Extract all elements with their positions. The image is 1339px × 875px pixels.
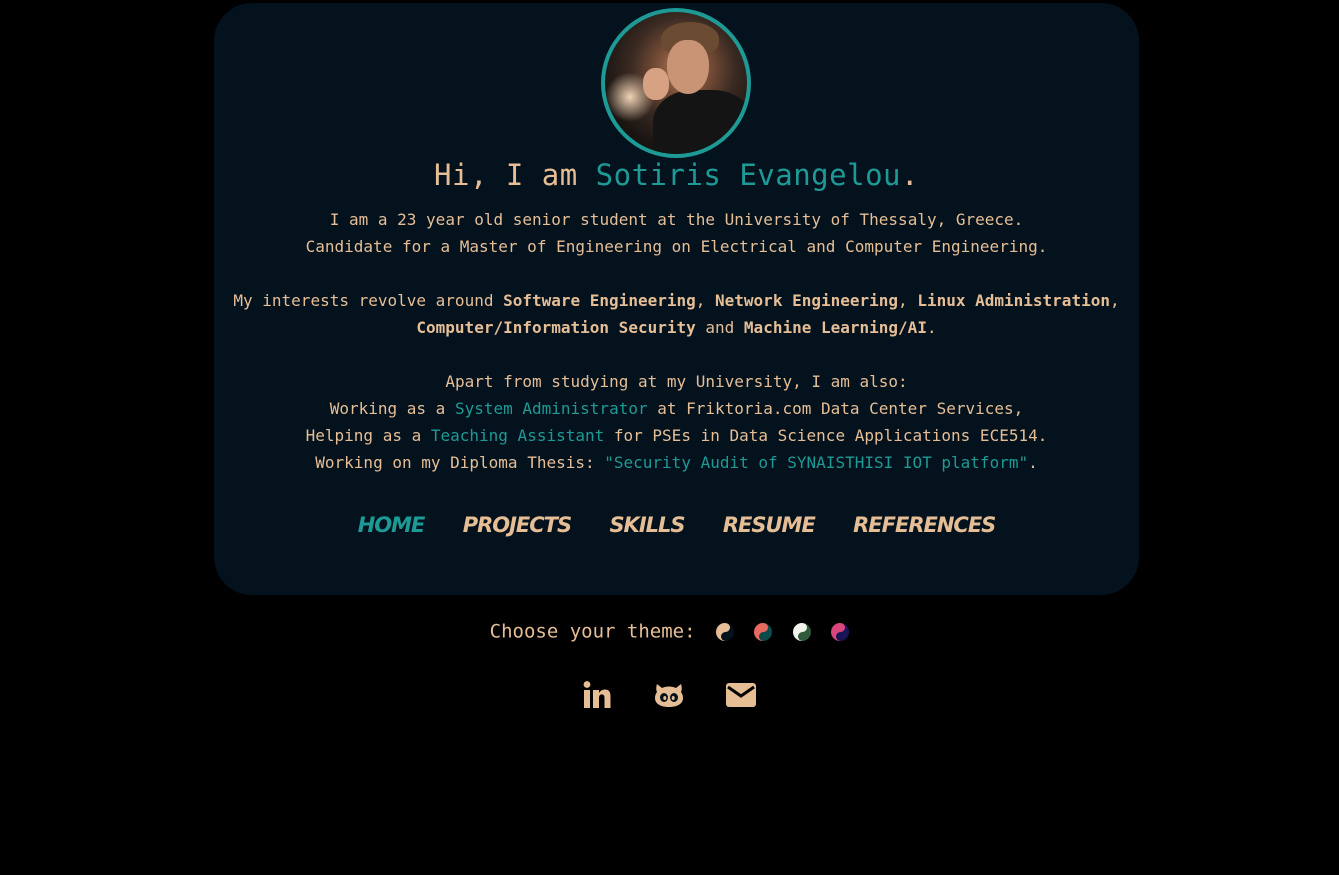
nav-skills[interactable]: Skills xyxy=(609,513,685,537)
theme-sand-dark-button[interactable] xyxy=(716,622,734,641)
nav-projects[interactable]: Projects xyxy=(463,513,572,537)
main-nav: Home Projects Skills Resume References xyxy=(214,513,1139,537)
interests-sep: , xyxy=(898,291,918,310)
intro-line-2: Candidate for a Master of Engineering on… xyxy=(305,237,1048,256)
theme-coral-teal-button[interactable] xyxy=(754,622,773,641)
interests-prefix: My interests revolve around xyxy=(233,291,504,310)
github-icon[interactable] xyxy=(654,681,684,713)
activity-suffix: . xyxy=(1028,453,1038,472)
activity-prefix: Working as a xyxy=(329,399,455,418)
teaching-assistant-link[interactable]: Teaching Assistant xyxy=(431,426,604,445)
profile-avatar xyxy=(601,8,751,158)
interest-linux-administration: Linux Administration xyxy=(917,291,1110,310)
interest-security: Computer/Information Security xyxy=(416,318,696,337)
activity-ta: Helping as a Teaching Assistant for PSEs… xyxy=(214,422,1139,449)
interest-network-engineering: Network Engineering xyxy=(715,291,899,310)
sysadmin-link[interactable]: System Administrator xyxy=(455,399,648,418)
interest-software-engineering: Software Engineering xyxy=(503,291,696,310)
activity-sysadmin: Working as a System Administrator at Fri… xyxy=(214,395,1139,422)
theme-picker: Choose your theme: xyxy=(0,620,1339,643)
greeting-end: . xyxy=(900,158,919,192)
theme-white-green-button[interactable] xyxy=(792,622,811,641)
email-icon[interactable] xyxy=(725,682,757,712)
interests-sep: , xyxy=(1109,291,1120,310)
intro-block: I am a 23 year old senior student at the… xyxy=(214,206,1139,260)
page-title: Hi, I am Sotiris Evangelou. xyxy=(214,158,1139,192)
profile-card: Hi, I am Sotiris Evangelou. I am a 23 ye… xyxy=(214,3,1139,595)
activity-suffix: for PSEs in Data Science Applications EC… xyxy=(604,426,1048,445)
intro-line-1: I am a 23 year old senior student at the… xyxy=(329,210,1024,229)
interests-and: and xyxy=(695,318,744,337)
theme-label: Choose your theme: xyxy=(489,620,696,643)
activity-thesis: Working on my Diploma Thesis: "Security … xyxy=(214,449,1139,476)
activities-intro: Apart from studying at my University, I … xyxy=(445,372,908,391)
interest-ml-ai: Machine Learning/AI xyxy=(743,318,927,337)
activity-prefix: Working on my Diploma Thesis: xyxy=(315,453,605,472)
name-text: Sotiris Evangelou xyxy=(595,158,901,192)
thesis-link[interactable]: "Security Audit of SYNAISTHISI IOT platf… xyxy=(604,453,1028,472)
activities-block: Apart from studying at my University, I … xyxy=(214,368,1139,476)
activity-suffix: at Friktoria.com Data Center Services, xyxy=(647,399,1024,418)
nav-home[interactable]: Home xyxy=(358,513,426,537)
theme-pink-navy-button[interactable] xyxy=(831,622,850,641)
interests-line-1: My interests revolve around Software Eng… xyxy=(214,287,1139,314)
interests-sep: , xyxy=(695,291,716,310)
activity-prefix: Helping as a xyxy=(305,426,431,445)
nav-references[interactable]: References xyxy=(853,513,996,537)
linkedin-icon[interactable] xyxy=(582,680,612,714)
greeting-text: Hi, I am xyxy=(434,158,596,192)
nav-resume[interactable]: Resume xyxy=(723,513,816,537)
interests-block: My interests revolve around Software Eng… xyxy=(214,287,1139,341)
interests-end: . xyxy=(926,318,937,337)
social-links xyxy=(0,680,1339,714)
interests-line-2: Computer/Information Security and Machin… xyxy=(214,314,1139,341)
